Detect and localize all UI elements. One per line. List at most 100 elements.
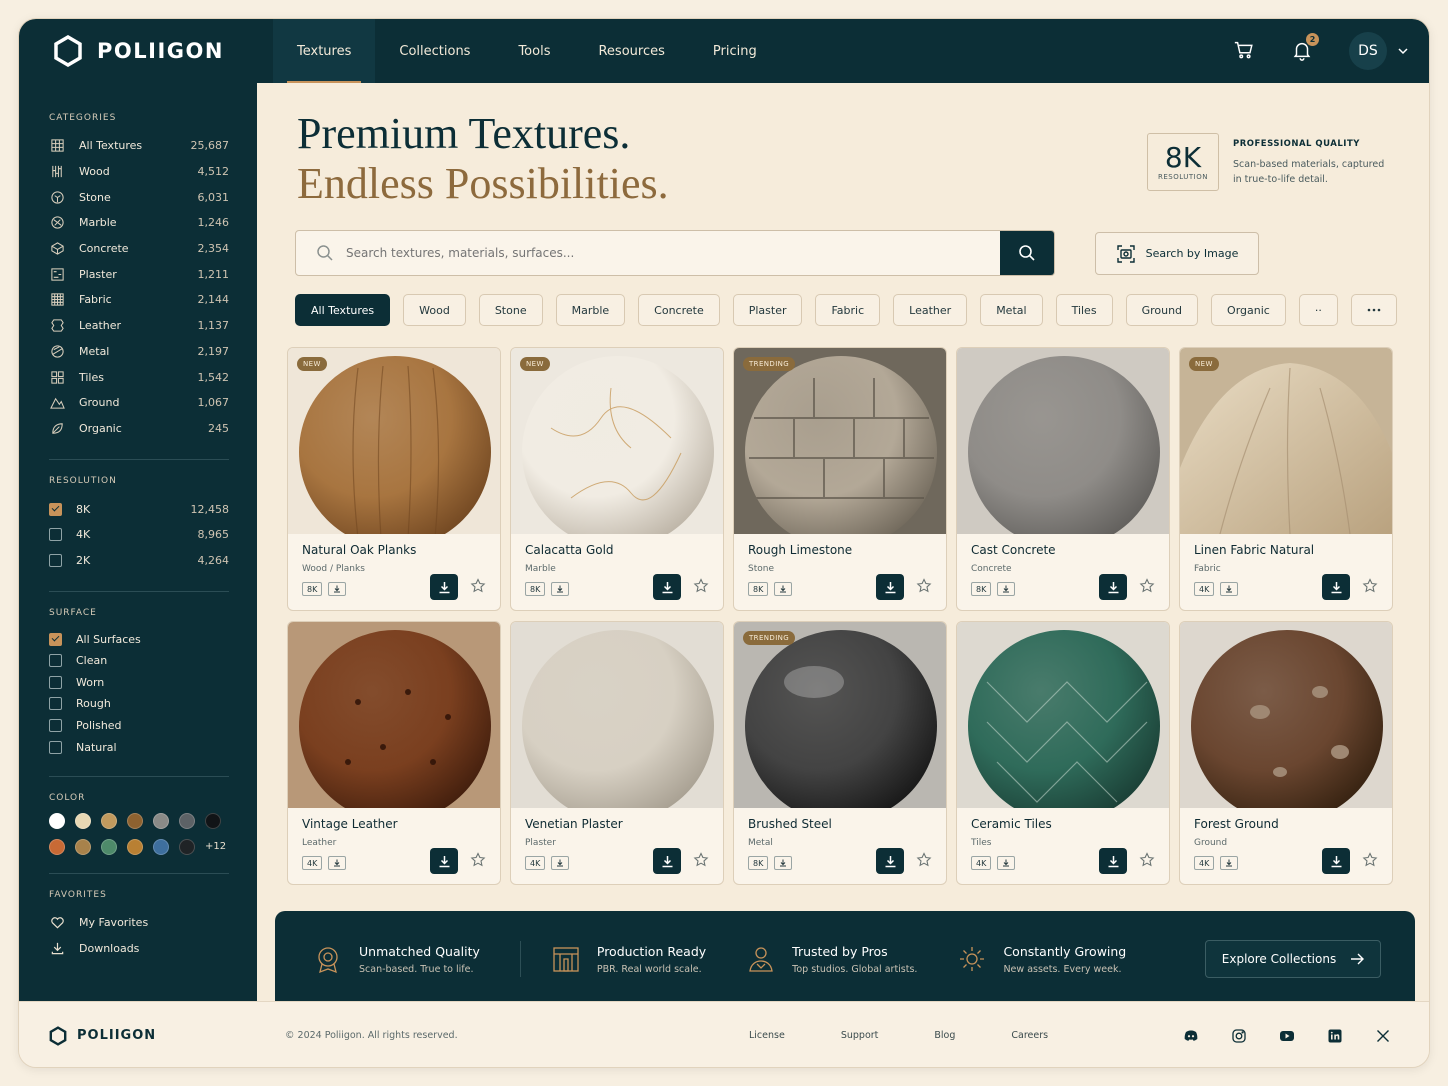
surface-option-all-surfaces[interactable]: All Surfaces	[49, 628, 229, 650]
texture-preview-image[interactable]	[957, 348, 1169, 534]
download-button[interactable]	[1322, 574, 1350, 600]
brand-logo[interactable]: POLIIGON	[53, 35, 243, 67]
filter-chip[interactable]: Leather	[893, 294, 968, 326]
footer-link-license[interactable]: License	[749, 1030, 785, 1041]
favorite-star-icon[interactable]	[1139, 578, 1155, 594]
nav-tools[interactable]: Tools	[494, 19, 574, 83]
color-swatch[interactable]	[127, 838, 143, 855]
resolution-option-8k[interactable]: 8K 12,458	[49, 496, 229, 522]
sidebar-item-ground[interactable]: Ground 1,067	[49, 390, 229, 416]
download-button[interactable]	[876, 848, 904, 874]
filter-chip[interactable]: Ground	[1125, 294, 1199, 326]
filter-chip[interactable]: All Textures	[295, 294, 391, 326]
resolution-option-2k[interactable]: 2K 4,264	[49, 548, 229, 574]
surface-option-natural[interactable]: Natural	[49, 736, 229, 758]
checkbox[interactable]	[49, 632, 62, 646]
color-swatch[interactable]	[179, 838, 195, 855]
download-button[interactable]	[430, 848, 458, 874]
filter-chip[interactable]: Organic	[1211, 294, 1286, 326]
nav-resources[interactable]: Resources	[574, 19, 688, 83]
sidebar-item-wood[interactable]: Wood 4,512	[49, 159, 229, 185]
color-swatch[interactable]	[75, 812, 91, 829]
texture-card[interactable]: Vintage Leather Leather 4K	[287, 621, 501, 885]
filter-chip[interactable]: Concrete	[638, 294, 720, 326]
texture-card[interactable]: TRENDING Rough Limestone Stone 8K	[733, 347, 947, 611]
surface-option-worn[interactable]: Worn	[49, 672, 229, 694]
sidebar-item-marble[interactable]: Marble 1,246	[49, 210, 229, 236]
cart-button[interactable]	[1233, 39, 1257, 63]
avatar[interactable]: DS	[1349, 32, 1387, 70]
favorite-star-icon[interactable]	[693, 852, 709, 868]
texture-card[interactable]: Ceramic Tiles Tiles 4K	[956, 621, 1170, 885]
discord-icon[interactable]	[1183, 1028, 1199, 1044]
sidebar-item-metal[interactable]: Metal 2,197	[49, 339, 229, 365]
color-swatch[interactable]	[101, 812, 117, 829]
explore-collections-button[interactable]: Explore Collections	[1205, 940, 1381, 978]
sidebar-item-my-favorites[interactable]: My Favorites	[49, 910, 229, 936]
nav-textures[interactable]: Textures	[273, 19, 376, 83]
download-button[interactable]	[653, 574, 681, 600]
filter-chip[interactable]: Marble	[555, 294, 626, 326]
x-icon[interactable]	[1375, 1028, 1391, 1044]
color-swatch[interactable]	[179, 812, 195, 829]
favorite-star-icon[interactable]	[1139, 852, 1155, 868]
texture-preview-image[interactable]: TRENDING	[734, 348, 946, 534]
instagram-icon[interactable]	[1231, 1028, 1247, 1044]
footer-link-blog[interactable]: Blog	[934, 1030, 955, 1041]
color-swatch[interactable]	[153, 838, 169, 855]
filter-chip[interactable]: Tiles	[1055, 294, 1113, 326]
texture-preview-image[interactable]: NEW	[511, 348, 723, 534]
filter-chip[interactable]: Fabric	[815, 294, 881, 326]
download-button[interactable]	[1099, 848, 1127, 874]
footer-logo[interactable]: POLIIGON	[49, 1025, 285, 1046]
search-input[interactable]	[346, 246, 1000, 260]
color-swatch[interactable]	[49, 812, 65, 829]
sidebar-item-downloads[interactable]: Downloads	[49, 936, 229, 962]
sidebar-item-stone[interactable]: Stone 6,031	[49, 184, 229, 210]
surface-option-rough[interactable]: Rough	[49, 693, 229, 715]
favorite-star-icon[interactable]	[1362, 852, 1378, 868]
surface-option-polished[interactable]: Polished	[49, 715, 229, 737]
sidebar-item-organic[interactable]: Organic 245	[49, 416, 229, 442]
texture-card[interactable]: Forest Ground Ground 4K	[1179, 621, 1393, 885]
nav-collections[interactable]: Collections	[375, 19, 494, 83]
texture-card[interactable]: TRENDING Brushed Steel Metal 8K	[733, 621, 947, 885]
download-button[interactable]	[653, 848, 681, 874]
checkbox[interactable]	[49, 654, 62, 668]
favorite-star-icon[interactable]	[916, 852, 932, 868]
sidebar-item-concrete[interactable]: Concrete 2,354	[49, 236, 229, 262]
favorite-star-icon[interactable]	[470, 852, 486, 868]
search-by-image-button[interactable]: Search by Image	[1095, 232, 1259, 275]
filter-chip[interactable]: Wood	[403, 294, 466, 326]
favorite-star-icon[interactable]	[693, 578, 709, 594]
color-swatch[interactable]	[153, 812, 169, 829]
download-button[interactable]	[876, 574, 904, 600]
texture-preview-image[interactable]	[511, 622, 723, 808]
youtube-icon[interactable]	[1279, 1028, 1295, 1044]
sidebar-item-all-textures[interactable]: All Textures 25,687	[49, 133, 229, 159]
favorite-star-icon[interactable]	[1362, 578, 1378, 594]
notifications-button[interactable]: 2	[1291, 33, 1319, 63]
filter-chip[interactable]: ··	[1298, 294, 1338, 326]
texture-preview-image[interactable]	[1180, 622, 1392, 808]
favorite-star-icon[interactable]	[470, 578, 486, 594]
checkbox[interactable]	[49, 528, 62, 542]
search-button[interactable]	[1000, 231, 1054, 275]
texture-preview-image[interactable]	[288, 622, 500, 808]
more-colors[interactable]: +12	[205, 839, 231, 855]
sidebar-item-tiles[interactable]: Tiles 1,542	[49, 364, 229, 390]
checkbox[interactable]	[49, 502, 62, 516]
texture-card[interactable]: Cast Concrete Concrete 8K	[956, 347, 1170, 611]
footer-link-careers[interactable]: Careers	[1011, 1030, 1048, 1041]
checkbox[interactable]	[49, 718, 62, 732]
checkbox[interactable]	[49, 740, 62, 754]
footer-link-support[interactable]: Support	[841, 1030, 879, 1041]
sidebar-item-fabric[interactable]: Fabric 2,144	[49, 287, 229, 313]
download-button[interactable]	[1099, 574, 1127, 600]
texture-preview-image[interactable]: TRENDING	[734, 622, 946, 808]
sidebar-item-leather[interactable]: Leather 1,137	[49, 313, 229, 339]
color-swatch[interactable]	[101, 838, 117, 855]
sidebar-item-plaster[interactable]: Plaster 1,211	[49, 261, 229, 287]
checkbox[interactable]	[49, 553, 62, 567]
filter-chip[interactable]: Stone	[478, 294, 543, 326]
